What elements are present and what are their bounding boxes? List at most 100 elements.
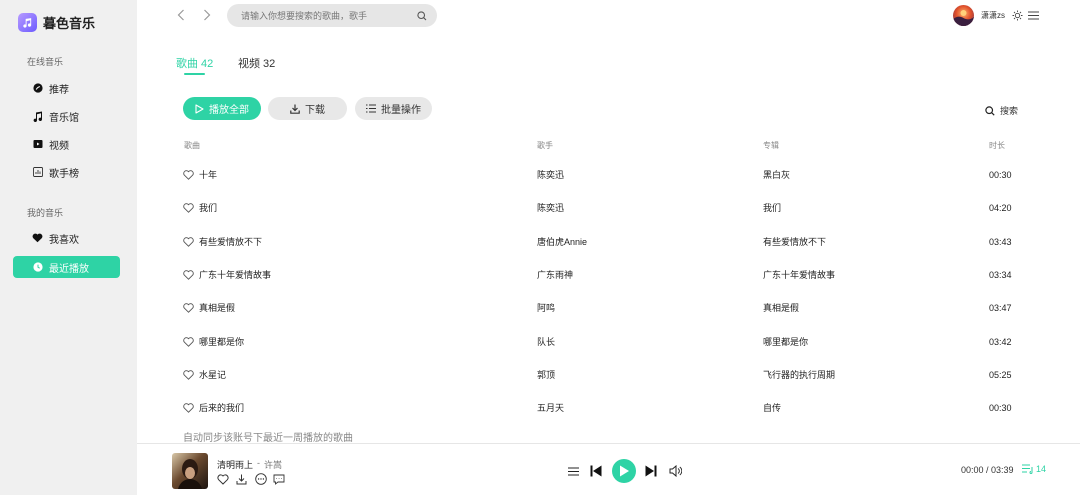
table-row[interactable]: 广东十年爱情故事 广东雨神 广东十年爱情故事 03:34 bbox=[183, 269, 1043, 302]
forward-button[interactable] bbox=[200, 8, 214, 22]
chart-icon bbox=[32, 167, 43, 178]
song-cell: 哪里都是你 bbox=[183, 336, 244, 348]
playback-time: 00:00 / 03:39 bbox=[961, 465, 1014, 475]
sidebar-item-recommend[interactable]: 推荐 bbox=[13, 77, 120, 99]
duration-cell: 03:42 bbox=[989, 336, 1012, 347]
duration-cell: 03:34 bbox=[989, 269, 1012, 280]
song-title[interactable]: 我们 bbox=[199, 202, 217, 214]
artist-cell[interactable]: 阿鸣 bbox=[537, 302, 555, 314]
table-row[interactable]: 有些爱情放不下 唐伯虎Annie 有些爱情放不下 03:43 bbox=[183, 236, 1043, 269]
artist-cell[interactable]: 陈奕迅 bbox=[537, 169, 564, 181]
song-cell: 后来的我们 bbox=[183, 402, 244, 414]
back-button[interactable] bbox=[174, 8, 188, 22]
app-logo[interactable]: 暮色音乐 bbox=[18, 13, 95, 32]
more-icon[interactable] bbox=[255, 473, 267, 485]
tab-songs[interactable]: 歌曲 42 bbox=[176, 55, 213, 71]
sidebar-item-favorites[interactable]: 我喜欢 bbox=[13, 227, 120, 249]
sidebar-item-music-hall[interactable]: 音乐馆 bbox=[13, 105, 120, 127]
artist-cell[interactable]: 唐伯虎Annie bbox=[537, 236, 587, 248]
like-heart-icon[interactable] bbox=[183, 203, 195, 214]
tab-videos[interactable]: 视频 32 bbox=[238, 55, 275, 71]
album-cell[interactable]: 黑白灰 bbox=[763, 169, 790, 181]
sidebar-item-video[interactable]: 视频 bbox=[13, 133, 120, 155]
column-header-album: 专辑 bbox=[763, 141, 779, 150]
search-box bbox=[227, 4, 437, 27]
avatar[interactable] bbox=[953, 5, 974, 26]
table-row[interactable]: 我们 陈奕迅 我们 04:20 bbox=[183, 202, 1043, 235]
track-artist[interactable]: 许嵩 bbox=[264, 458, 282, 471]
menu-icon[interactable] bbox=[1027, 9, 1039, 21]
sidebar-item-label: 最近播放 bbox=[49, 263, 89, 275]
sync-note: 自动同步该账号下最近一周播放的歌曲 bbox=[183, 433, 353, 444]
heart-icon bbox=[32, 233, 43, 244]
like-heart-icon[interactable] bbox=[183, 303, 195, 314]
album-cell[interactable]: 自传 bbox=[763, 402, 781, 414]
play-queue-button[interactable]: 14 bbox=[1022, 464, 1046, 474]
like-heart-icon[interactable] bbox=[183, 236, 195, 247]
download-icon[interactable] bbox=[235, 473, 247, 485]
duration-cell: 05:25 bbox=[989, 369, 1012, 380]
like-heart-icon[interactable] bbox=[183, 369, 195, 380]
play-button[interactable] bbox=[612, 459, 636, 483]
username[interactable]: 潇潇zs bbox=[981, 10, 1005, 21]
duration-cell: 03:43 bbox=[989, 236, 1012, 247]
album-cell[interactable]: 哪里都是你 bbox=[763, 336, 808, 348]
artist-cell[interactable]: 广东雨神 bbox=[537, 269, 573, 281]
sidebar: 暮色音乐 在线音乐 推荐 音乐馆 视频 歌手榜 我的音乐 我喜欢 最近播放 bbox=[0, 0, 137, 495]
download-icon bbox=[290, 104, 300, 114]
like-heart-icon[interactable] bbox=[217, 473, 229, 485]
music-note-icon bbox=[32, 111, 43, 122]
comment-icon[interactable] bbox=[273, 473, 285, 485]
search-input[interactable] bbox=[241, 10, 417, 21]
artist-cell[interactable]: 郭顶 bbox=[537, 369, 555, 381]
video-icon bbox=[32, 139, 43, 150]
next-track-icon[interactable] bbox=[644, 464, 658, 478]
theme-sun-icon[interactable] bbox=[1011, 9, 1023, 21]
batch-operations-button[interactable]: 批量操作 bbox=[355, 97, 432, 120]
download-button[interactable]: 下载 bbox=[268, 97, 347, 120]
like-heart-icon[interactable] bbox=[183, 403, 195, 414]
previous-track-icon[interactable] bbox=[589, 464, 603, 478]
song-title[interactable]: 水星记 bbox=[199, 369, 226, 381]
song-title[interactable]: 后来的我们 bbox=[199, 402, 244, 414]
table-row[interactable]: 水星记 郭顶 飞行器的执行周期 05:25 bbox=[183, 369, 1043, 402]
queue-count: 14 bbox=[1036, 464, 1047, 474]
play-all-button[interactable]: 播放全部 bbox=[183, 97, 261, 120]
section-title-online: 在线音乐 bbox=[27, 57, 64, 67]
table-row[interactable]: 哪里都是你 队长 哪里都是你 03:42 bbox=[183, 336, 1043, 369]
song-title[interactable]: 真相是假 bbox=[199, 302, 235, 314]
like-heart-icon[interactable] bbox=[183, 269, 195, 280]
recommend-icon bbox=[32, 83, 43, 94]
duration-cell: 00:30 bbox=[989, 170, 1012, 180]
like-heart-icon[interactable] bbox=[183, 336, 195, 347]
track-title[interactable]: 清明雨上 bbox=[217, 458, 253, 471]
artist-cell[interactable]: 陈奕迅 bbox=[537, 202, 564, 214]
search-songs-button[interactable]: 搜索 bbox=[985, 104, 1018, 117]
sidebar-item-singer-chart[interactable]: 歌手榜 bbox=[13, 161, 120, 183]
table-row[interactable]: 真相是假 阿鸣 真相是假 03:47 bbox=[183, 302, 1043, 335]
list-icon bbox=[366, 104, 376, 113]
song-title[interactable]: 十年 bbox=[199, 169, 217, 181]
search-icon[interactable] bbox=[417, 10, 427, 21]
song-cell: 我们 bbox=[183, 202, 217, 214]
song-title[interactable]: 有些爱情放不下 bbox=[199, 236, 262, 248]
album-cell[interactable]: 真相是假 bbox=[763, 302, 799, 314]
tab-active-indicator bbox=[184, 73, 205, 75]
volume-icon[interactable] bbox=[668, 464, 682, 478]
artist-cell[interactable]: 队长 bbox=[537, 336, 555, 348]
sidebar-item-recent[interactable]: 最近播放 bbox=[13, 256, 120, 278]
song-title[interactable]: 哪里都是你 bbox=[199, 336, 244, 348]
album-cell[interactable]: 我们 bbox=[763, 202, 781, 214]
playlist-mode-icon[interactable] bbox=[567, 465, 579, 477]
sidebar-item-label: 我喜欢 bbox=[49, 234, 79, 246]
album-cell[interactable]: 有些爱情放不下 bbox=[763, 236, 826, 248]
song-cell: 有些爱情放不下 bbox=[183, 236, 262, 248]
like-heart-icon[interactable] bbox=[183, 170, 195, 181]
column-header-duration: 时长 bbox=[989, 141, 1005, 150]
album-cover[interactable] bbox=[172, 453, 208, 489]
table-row[interactable]: 十年 陈奕迅 黑白灰 00:30 bbox=[183, 169, 1043, 202]
album-cell[interactable]: 飞行器的执行周期 bbox=[763, 369, 835, 381]
song-title[interactable]: 广东十年爱情故事 bbox=[199, 269, 271, 281]
album-cell[interactable]: 广东十年爱情故事 bbox=[763, 269, 835, 281]
artist-cell[interactable]: 五月天 bbox=[537, 402, 564, 414]
